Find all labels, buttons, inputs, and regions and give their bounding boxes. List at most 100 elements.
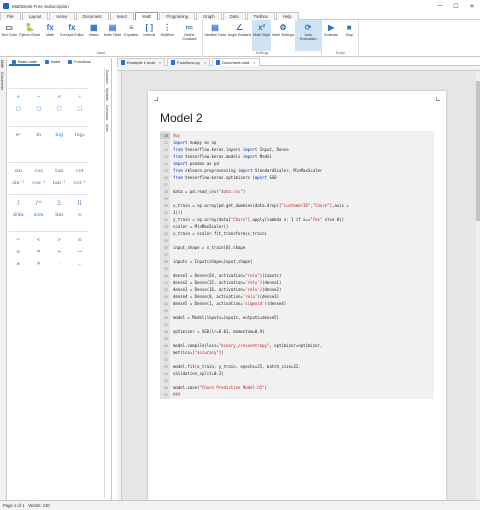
- python-code-block[interactable]: 20 #py 21 import numpy as np 22 from tensorfl…: [160, 131, 434, 399]
- code-line[interactable]: 28 data = pd.read_csv("data.csv"): [160, 189, 434, 195]
- variable-data-button[interactable]: ▤ Variable Data: [203, 20, 227, 51]
- code-line[interactable]: 30 x_train = np.array(pd.get_dummies(data…: [160, 203, 434, 209]
- code-line[interactable]: 23 from tensorflow.keras.models import Mo…: [160, 154, 434, 160]
- math-symbol-button[interactable]: logᵦ: [71, 130, 90, 139]
- code-line[interactable]: 20 #py: [160, 133, 434, 139]
- math-symbol-button[interactable]: d/dx: [9, 210, 28, 219]
- math-symbol-button[interactable]: □: [9, 104, 28, 113]
- code-line[interactable]: 27: [160, 182, 434, 188]
- code-line[interactable]: 32 y_train = np.array(data["Churn"].apply…: [160, 217, 434, 223]
- math-symbol-button[interactable]: ≤: [71, 235, 90, 244]
- code-line[interactable]: 25 from sklearn.preprocessing import Stan…: [160, 168, 434, 174]
- scrollbar-thumb[interactable]: [476, 81, 480, 221]
- code-line[interactable]: 36 input_shape = x_train[0].shape: [160, 245, 434, 251]
- maximize-button[interactable]: ☐: [448, 0, 464, 12]
- code-line[interactable]: 26 from tensorflow.keras.optimizers impor…: [160, 175, 434, 181]
- palette-tab-insert[interactable]: Insert: [42, 59, 64, 66]
- code-line[interactable]: 52: [160, 357, 434, 363]
- menu-tab-layout[interactable]: Layout: [21, 12, 49, 20]
- code-line[interactable]: 34 x_train = scaler.fit_transform(x_train…: [160, 231, 434, 237]
- text-code-button[interactable]: ▭ Text Code: [0, 20, 18, 51]
- math-symbol-button[interactable]: ±: [9, 259, 28, 268]
- page-heading[interactable]: Model 2: [160, 111, 203, 125]
- doc-tab-document-mdd[interactable]: Document.mdd ×: [212, 58, 260, 66]
- math-symbol-button[interactable]: tan: [50, 166, 69, 175]
- math-symbol-button[interactable]: −: [30, 92, 49, 101]
- close-tab-icon[interactable]: ×: [159, 60, 161, 65]
- math-style-button[interactable]: x² Math Style: [252, 20, 272, 51]
- code-line[interactable]: 50 model.compile(loss="binary_crossentrop…: [160, 343, 434, 349]
- math-symbol-button[interactable]: cot⁻¹: [71, 178, 90, 187]
- formula-editor-button[interactable]: fx Formula Editor: [59, 20, 85, 51]
- math-symbol-button[interactable]: □: [71, 104, 90, 113]
- math-symbol-button[interactable]: =: [9, 235, 28, 244]
- doc-tab-example-1-mdd[interactable]: Example 1.mdd ×: [117, 58, 166, 66]
- document-page[interactable]: Model 2 20 #py 21 import numpy as np 22 from …: [148, 91, 446, 500]
- code-line[interactable]: 48 optimizer = SGD(lr=0.01, momentum=0.9): [160, 329, 434, 335]
- code-line[interactable]: 57 ###: [160, 392, 434, 398]
- evaluate-button[interactable]: ▶ Evaluate: [322, 20, 340, 51]
- code-line[interactable]: 42 dense3 = Dense(16, activation='relu')(…: [160, 287, 434, 293]
- math-symbol-button[interactable]: tan⁻¹: [50, 178, 69, 187]
- code-line[interactable]: 44 dense5 = Dense(1, activation='sigmoid'…: [160, 301, 434, 307]
- palette-vtab-symbols[interactable]: Symbols: [105, 86, 109, 103]
- code-line[interactable]: 33 scaler = MinMaxScaler(): [160, 224, 434, 230]
- minimize-button[interactable]: —: [432, 0, 448, 12]
- menu-tab-data[interactable]: Data: [222, 12, 246, 20]
- define-constant-button[interactable]: ≔ Define Constant: [176, 20, 202, 51]
- code-line[interactable]: 38 inputs = Input(shape=input_shape): [160, 259, 434, 265]
- code-line[interactable]: 54 validation_split=0.3): [160, 371, 434, 377]
- auto-evaluation-button[interactable]: ⟳ Auto Evaluation: [295, 20, 322, 51]
- math-symbol-button[interactable]: ln: [30, 130, 49, 139]
- code-line[interactable]: 53 model.fit(x_train, y_train, epochs=25,…: [160, 364, 434, 370]
- strip-tab-math[interactable]: Math: [0, 58, 4, 70]
- math-symbol-button[interactable]: ≥: [9, 247, 28, 256]
- code-line[interactable]: 56 model.save("Churn Prediction Model.h5"…: [160, 385, 434, 391]
- math-symbol-button[interactable]: ∂/∂x: [30, 210, 49, 219]
- code-line[interactable]: 29: [160, 196, 434, 202]
- menu-tab-document[interactable]: Document: [75, 12, 109, 20]
- math-symbol-button[interactable]: ∓: [30, 259, 49, 268]
- math-symbol-button[interactable]: □: [30, 104, 49, 113]
- close-button[interactable]: ✕: [464, 0, 480, 12]
- code-line[interactable]: 41 dense2 = Dense(32, activation='relu')(…: [160, 280, 434, 286]
- code-line[interactable]: 43 dense4 = Dense(8, activation='relu')(d…: [160, 294, 434, 300]
- math-symbol-button[interactable]: □: [50, 104, 69, 113]
- palette-tab-functions[interactable]: Functions: [65, 59, 93, 66]
- palette-vtab-common[interactable]: Common: [105, 68, 109, 86]
- close-tab-icon[interactable]: ×: [204, 60, 206, 65]
- math-symbol-button[interactable]: sin⁻¹: [9, 178, 28, 187]
- math-symbol-button[interactable]: ≈: [50, 247, 69, 256]
- code-line[interactable]: 31 1))): [160, 210, 434, 216]
- strip-tab-documents[interactable]: Documents: [0, 70, 4, 92]
- math-symbol-button[interactable]: ≠: [30, 247, 49, 256]
- doc-tab-functions-py[interactable]: Functions.py ×: [167, 58, 211, 66]
- code-line[interactable]: 47: [160, 322, 434, 328]
- math-symbol-button[interactable]: >: [50, 235, 69, 244]
- close-tab-icon[interactable]: ×: [253, 60, 255, 65]
- palette-tab-basic-math[interactable]: Basic math: [9, 59, 40, 66]
- python-block-button[interactable]: 🐍 Python Block: [18, 20, 41, 51]
- math-symbol-button[interactable]: ∫ᵃᵇ: [30, 198, 49, 207]
- menu-tab-home[interactable]: Home: [49, 12, 75, 20]
- menu-tab-file[interactable]: File: [0, 12, 21, 20]
- menu-tab-insert[interactable]: Insert: [109, 12, 135, 20]
- math-symbol-button[interactable]: log: [50, 130, 69, 139]
- math-symbol-button[interactable]: ∫: [9, 198, 28, 207]
- menu-tab-graph[interactable]: Graph: [196, 12, 222, 20]
- palette-vtab-units[interactable]: Units: [105, 122, 109, 134]
- menu-tab-programing[interactable]: Programing: [159, 12, 196, 20]
- code-line[interactable]: 45: [160, 308, 434, 314]
- math-symbol-button[interactable]: ∏: [71, 198, 90, 207]
- menu-tab-math[interactable]: Math: [135, 12, 159, 20]
- code-line[interactable]: 55: [160, 378, 434, 384]
- math-button[interactable]: fx Math: [41, 20, 59, 51]
- math-symbol-button[interactable]: cos: [30, 166, 49, 175]
- equation-button[interactable]: ≡ Equation: [122, 20, 140, 51]
- math-symbol-button[interactable]: …: [71, 259, 90, 268]
- code-line[interactable]: 35: [160, 238, 434, 244]
- matrix-button[interactable]: ▦ Matrix: [85, 20, 103, 51]
- math-symbol-button[interactable]: cos⁻¹: [30, 178, 49, 187]
- math-symbol-button[interactable]: ∞: [71, 210, 90, 219]
- code-line[interactable]: 22 from tensorflow.keras.layers import In…: [160, 147, 434, 153]
